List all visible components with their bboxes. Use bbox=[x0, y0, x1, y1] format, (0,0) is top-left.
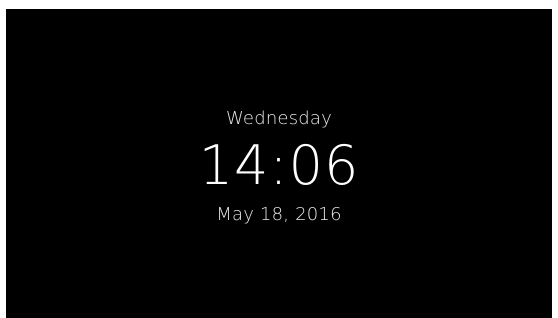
time-display: 14:06 bbox=[198, 134, 360, 197]
weekday-label: Wednesday bbox=[225, 108, 332, 129]
date-label: May 18, 2016 bbox=[216, 204, 342, 225]
screensaver-display: Wednesday 14:06 May 18, 2016 bbox=[6, 9, 552, 318]
